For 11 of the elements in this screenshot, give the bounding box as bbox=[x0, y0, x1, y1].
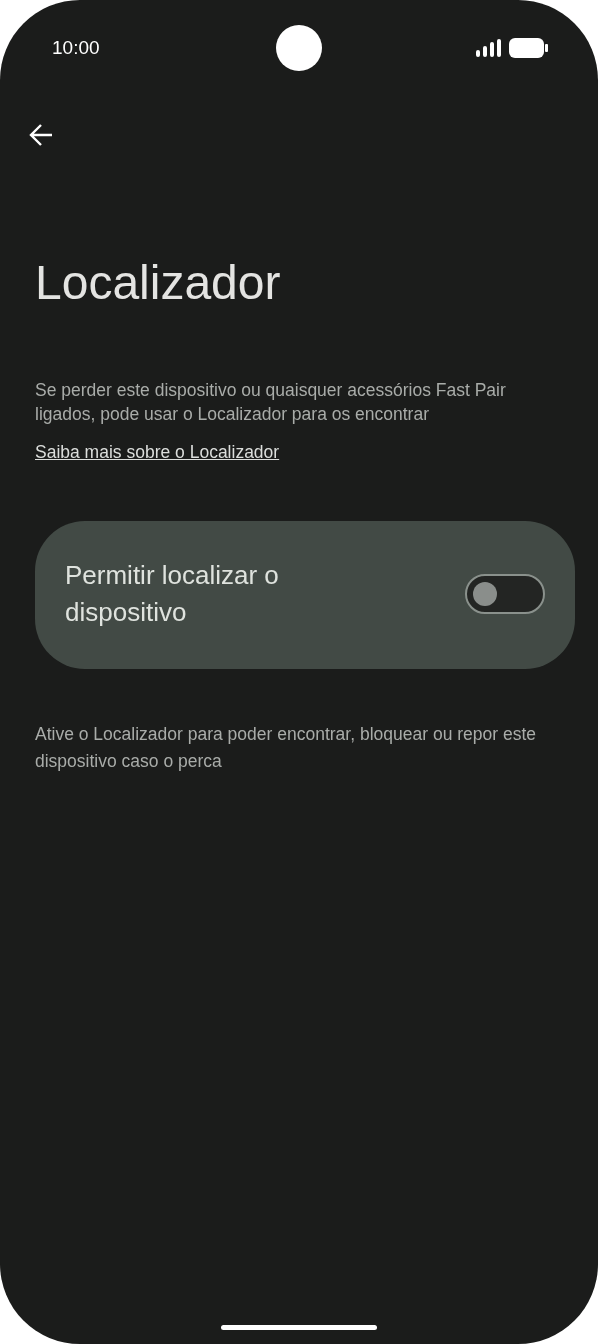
status-time: 10:00 bbox=[52, 37, 100, 59]
camera-cutout bbox=[276, 25, 322, 71]
footer-text: Ative o Localizador para poder encontrar, bloquear ou repor este dispositivo caso o perca bbox=[35, 723, 537, 773]
signal-icon bbox=[476, 39, 501, 57]
setting-label: Permitir localizar o dispositivo bbox=[65, 559, 280, 629]
toggle-switch[interactable] bbox=[465, 574, 545, 614]
learn-more-link[interactable]: Saiba mais sobre o Localizador bbox=[35, 442, 280, 463]
description-text: Se perder este dispositivo ou quaisquer acessórios Fast Pair ligados, pode usar o Localizador para os encontrar bbox=[35, 379, 507, 426]
battery-icon bbox=[509, 38, 548, 58]
back-arrow-icon[interactable] bbox=[28, 122, 54, 148]
page-title: Localizador bbox=[35, 255, 282, 311]
